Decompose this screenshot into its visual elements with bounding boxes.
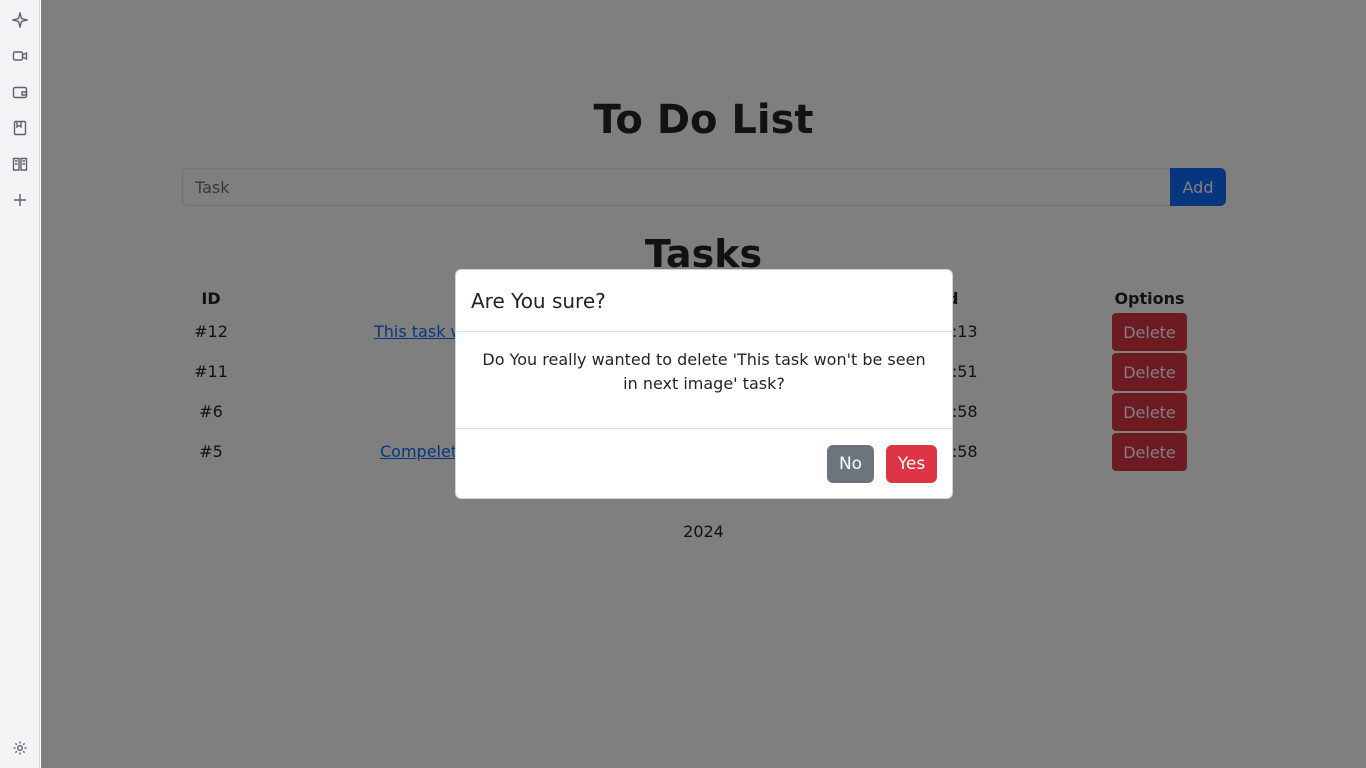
modal-title: Are You sure?	[471, 288, 606, 313]
confirm-delete-dialog: Are You sure? Do You really wanted to de…	[455, 269, 953, 499]
yes-button[interactable]: Yes	[886, 445, 937, 483]
video-icon[interactable]	[10, 46, 30, 66]
no-button[interactable]: No	[827, 445, 874, 483]
bookmark-icon[interactable]	[10, 118, 30, 138]
gear-icon[interactable]	[10, 738, 30, 758]
browser-sidebar	[0, 0, 40, 768]
modal-header: Are You sure?	[456, 270, 952, 332]
reading-list-icon[interactable]	[10, 154, 30, 174]
wallet-icon[interactable]	[10, 82, 30, 102]
plus-icon[interactable]	[10, 190, 30, 210]
sparkle-icon[interactable]	[10, 10, 30, 30]
modal-footer: No Yes	[456, 429, 952, 499]
modal-message: Do You really wanted to delete 'This tas…	[456, 332, 952, 429]
